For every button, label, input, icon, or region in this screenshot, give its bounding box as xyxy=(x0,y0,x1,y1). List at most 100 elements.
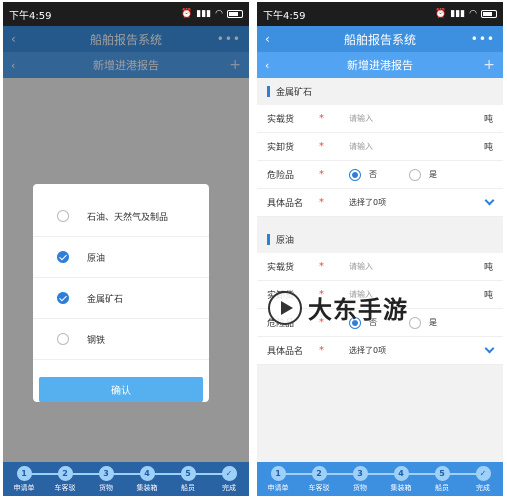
radio-unselected[interactable] xyxy=(409,316,421,329)
required-mark: * xyxy=(319,317,324,328)
row-loaded: 实载货 * 请输入 吨 xyxy=(257,253,503,281)
wifi-icon: ◠ xyxy=(215,9,223,19)
row-product[interactable]: 具体品名 * 选择了0项 xyxy=(257,337,503,365)
step-done[interactable]: ✓ 完成 xyxy=(209,466,249,493)
radio-no[interactable]: 否 xyxy=(349,168,377,181)
battery-icon xyxy=(227,10,243,18)
step-1[interactable]: 1 申请单 xyxy=(258,466,298,493)
radio-no[interactable]: 否 xyxy=(349,316,377,329)
check-icon: ✓ xyxy=(221,466,237,481)
radio-yes[interactable]: 是 xyxy=(409,168,437,181)
step-done[interactable]: ✓ 完成 xyxy=(463,466,503,493)
status-bar: 下午4:59 ⏰ ▮▮▮ ◠ xyxy=(257,2,503,26)
app-bar: ‹ 船舶报告系统 ••• xyxy=(257,26,503,52)
option-crude-oil[interactable]: 原油 xyxy=(33,237,209,278)
chevron-down-icon[interactable] xyxy=(484,195,495,206)
battery-icon xyxy=(481,10,497,18)
progress-steps: 1 申请单 2 车客驳 3 货物 4 集装箱 5 船员 ✓ 完成 xyxy=(257,462,503,496)
step-2[interactable]: 2 车客驳 xyxy=(299,466,339,493)
option-checkbox[interactable] xyxy=(57,210,69,222)
required-mark: * xyxy=(319,197,324,208)
option-checkbox-checked[interactable] xyxy=(57,251,69,263)
more-icon[interactable]: ••• xyxy=(471,32,495,46)
option-checkbox-checked[interactable] xyxy=(57,292,69,304)
required-mark: * xyxy=(319,141,324,152)
wifi-icon: ◠ xyxy=(469,9,477,19)
option-steel[interactable]: 钢铁 xyxy=(33,319,209,360)
row-product[interactable]: 具体品名 * 选择了0项 xyxy=(257,189,503,217)
section-marker xyxy=(267,86,270,97)
page-title: 新增进港报告 xyxy=(347,59,413,72)
step-4[interactable]: 4 集装箱 xyxy=(381,466,421,493)
option-petroleum[interactable]: 石油、天然气及制品 xyxy=(33,196,209,237)
unit-label: 吨 xyxy=(483,291,493,301)
row-dangerous: 危险品 * 否 是 xyxy=(257,309,503,337)
alarm-icon: ⏰ xyxy=(181,9,193,19)
option-label: 原油 xyxy=(87,253,106,264)
product-select[interactable]: 选择了0项 xyxy=(349,345,486,356)
status-time: 下午4:59 xyxy=(9,10,52,22)
radio-selected[interactable] xyxy=(349,168,361,181)
left-phone-screen: 下午4:59 ⏰ ▮▮▮ ◠ ‹ 船舶报告系统 ••• ‹ 新增进港报告 + 石… xyxy=(3,2,249,496)
option-label: 钢铁 xyxy=(87,335,106,346)
step-3[interactable]: 3 货物 xyxy=(86,466,126,493)
field-label: 实卸货 xyxy=(267,143,295,153)
step-1[interactable]: 1 申请单 xyxy=(4,466,44,493)
radio-yes[interactable]: 是 xyxy=(409,316,437,329)
unit-label: 吨 xyxy=(483,263,493,273)
section-title: 金属矿石 xyxy=(276,88,313,98)
field-label: 危险品 xyxy=(267,319,295,329)
step-3[interactable]: 3 货物 xyxy=(340,466,380,493)
sub-back-icon[interactable]: ‹ xyxy=(265,59,269,72)
step-2[interactable]: 2 车客驳 xyxy=(45,466,85,493)
status-bar: 下午4:59 ⏰ ▮▮▮ ◠ xyxy=(3,2,249,26)
radio-unselected[interactable] xyxy=(409,168,421,181)
section-marker xyxy=(267,234,270,245)
unit-label: 吨 xyxy=(483,143,493,153)
required-mark: * xyxy=(319,169,324,180)
add-icon[interactable]: + xyxy=(483,57,495,73)
section-header-metal-ore: 金属矿石 xyxy=(257,78,503,105)
app-title: 船舶报告系统 xyxy=(343,32,416,47)
option-label: 石油、天然气及制品 xyxy=(87,212,169,223)
alarm-icon: ⏰ xyxy=(435,9,447,19)
chevron-down-icon[interactable] xyxy=(484,343,495,354)
status-icons: ⏰ ▮▮▮ ◠ xyxy=(181,9,243,19)
field-label: 具体品名 xyxy=(267,347,304,357)
section-header-crude-oil: 原油 xyxy=(257,226,503,253)
unloaded-input[interactable]: 请输入 xyxy=(349,141,484,152)
option-label: 金属矿石 xyxy=(87,294,124,305)
step-4[interactable]: 4 集装箱 xyxy=(127,466,167,493)
field-label: 危险品 xyxy=(267,171,295,181)
step-5[interactable]: 5 船员 xyxy=(168,466,208,493)
status-icons: ⏰ ▮▮▮ ◠ xyxy=(435,9,497,19)
back-icon[interactable]: ‹ xyxy=(265,32,270,46)
cargo-select-modal: 石油、天然气及制品 原油 金属矿石 钢铁 确认 xyxy=(33,184,209,402)
unloaded-input[interactable]: 请输入 xyxy=(349,289,484,300)
required-mark: * xyxy=(319,113,324,124)
signal-icon: ▮▮▮ xyxy=(450,9,466,19)
option-checkbox[interactable] xyxy=(57,333,69,345)
step-5[interactable]: 5 船员 xyxy=(422,466,462,493)
required-mark: * xyxy=(319,345,324,356)
required-mark: * xyxy=(319,289,324,300)
option-metal-ore[interactable]: 金属矿石 xyxy=(33,278,209,319)
section-title: 原油 xyxy=(276,236,295,246)
status-time: 下午4:59 xyxy=(263,10,306,22)
check-icon: ✓ xyxy=(475,466,491,481)
radio-selected[interactable] xyxy=(349,316,361,329)
required-mark: * xyxy=(319,261,324,272)
unit-label: 吨 xyxy=(483,115,493,125)
field-label: 实载货 xyxy=(267,115,295,125)
field-label: 实载货 xyxy=(267,263,295,273)
confirm-button[interactable]: 确认 xyxy=(39,377,203,402)
field-label: 实卸货 xyxy=(267,291,295,301)
signal-icon: ▮▮▮ xyxy=(196,9,212,19)
row-dangerous: 危险品 * 否 是 xyxy=(257,161,503,189)
sub-bar: ‹ 新增进港报告 + xyxy=(257,52,503,78)
loaded-input[interactable]: 请输入 xyxy=(349,113,484,124)
row-unloaded: 实卸货 * 请输入 吨 xyxy=(257,281,503,309)
product-select[interactable]: 选择了0项 xyxy=(349,197,486,208)
loaded-input[interactable]: 请输入 xyxy=(349,261,484,272)
field-label: 具体品名 xyxy=(267,199,304,209)
